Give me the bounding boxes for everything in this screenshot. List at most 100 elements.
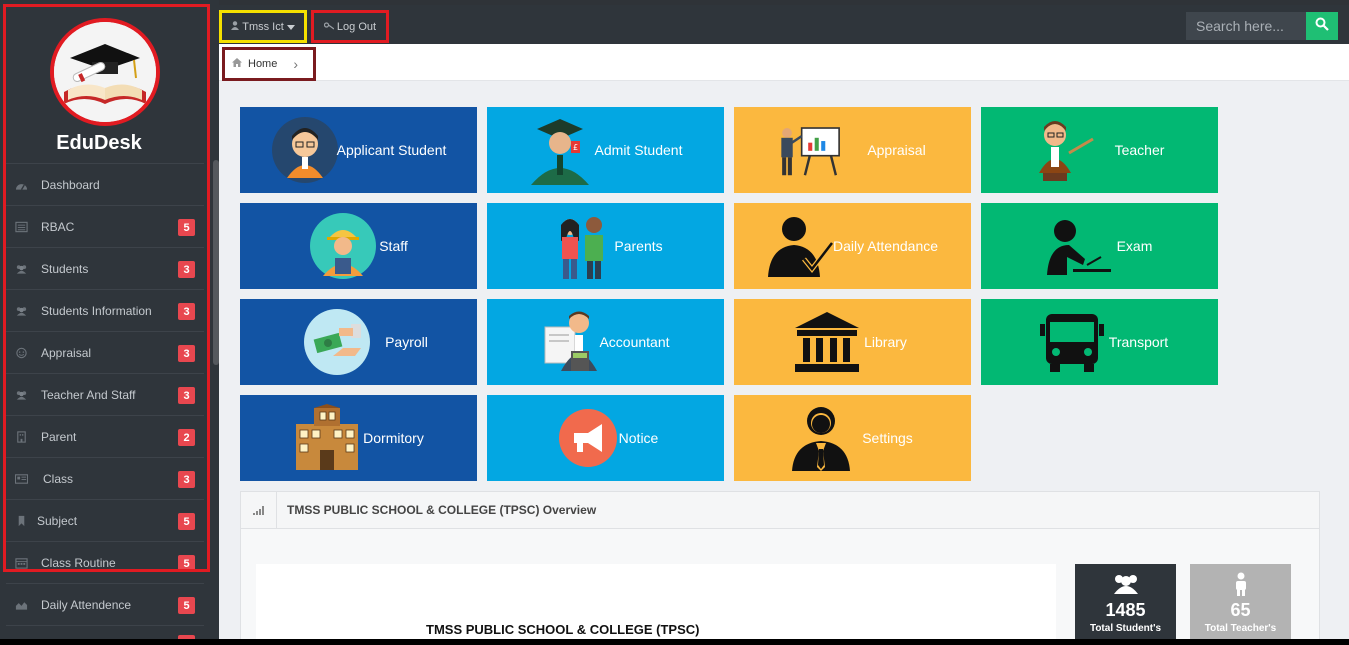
user-menu-button[interactable]: Tmss Ict	[219, 10, 307, 43]
megaphone-icon	[553, 403, 623, 473]
search-button[interactable]	[1306, 12, 1338, 40]
tile-transport[interactable]: Transport	[981, 299, 1218, 385]
sidebar-item-students[interactable]: Students 3	[6, 247, 204, 289]
sidebar-item-class-routine[interactable]: Class Routine 5	[6, 541, 204, 583]
count-badge: 5	[178, 555, 195, 572]
count-badge: 3	[178, 345, 195, 362]
tile-parents[interactable]: Parents	[487, 203, 724, 289]
count-badge: 5	[178, 597, 195, 614]
tile-label: Daily Attendance	[832, 238, 939, 254]
overview-body: TMSS PUBLIC SCHOOL & COLLEGE (TPSC) 1485…	[241, 529, 1319, 645]
smile-icon	[14, 347, 28, 359]
home-icon	[232, 58, 242, 70]
sidebar-item-label: Parent	[41, 429, 77, 444]
tile-admit-student[interactable]: £ Admit Student	[487, 107, 724, 193]
breadcrumb-bar: Home ›	[219, 44, 1349, 81]
tile-exam[interactable]: Exam	[981, 203, 1218, 289]
applicant-student-icon	[270, 115, 340, 185]
sidebar-item-label: Class	[43, 471, 74, 486]
sidebar-item-class[interactable]: Class 3	[6, 457, 204, 499]
search-icon	[1315, 17, 1329, 36]
stat-value: 1485	[1105, 600, 1146, 620]
tile-applicant-student[interactable]: Applicant Student	[240, 107, 477, 193]
tile-label: Accountant	[599, 334, 670, 350]
edudesk-logo	[50, 18, 160, 126]
stat-label: Total Student's	[1089, 623, 1162, 634]
tile-label: Library	[864, 334, 907, 350]
teacher-icon	[1027, 115, 1097, 185]
tile-staff[interactable]: Staff	[240, 203, 477, 289]
tile-payroll[interactable]: Payroll	[240, 299, 477, 385]
tile-label: Appraisal	[867, 142, 926, 158]
businessman-icon	[786, 403, 856, 473]
dormitory-building-icon	[292, 403, 362, 473]
users-icon	[14, 263, 28, 275]
tile-label: Settings	[862, 430, 913, 446]
sidebar-item-label: Students	[41, 261, 89, 276]
sidebar-item-appraisal[interactable]: Appraisal 3	[6, 331, 204, 373]
count-badge: 5	[178, 219, 195, 236]
graduate-icon: £	[525, 115, 595, 185]
sidebar-item-daily-attendence[interactable]: Daily Attendence 5	[6, 583, 204, 625]
breadcrumb-home[interactable]: Home	[248, 58, 277, 70]
window-bottom-edge	[0, 639, 1349, 645]
caret-down-icon	[286, 21, 295, 33]
tile-dormitory[interactable]: Dormitory	[240, 395, 477, 481]
main-content: Home › Applicant Student £ Admit Student…	[219, 44, 1349, 645]
count-badge: 3	[178, 387, 195, 404]
tile-accountant[interactable]: Accountant	[487, 299, 724, 385]
signal-bars-icon	[241, 492, 277, 528]
presentation-icon	[774, 115, 844, 185]
sidebar-item-label: Students Information	[41, 303, 152, 318]
sidebar-item-label: Class Routine	[41, 555, 116, 570]
tile-label: Exam	[1116, 238, 1153, 254]
sidebar-item-teacher-and-staff[interactable]: Teacher And Staff 3	[6, 373, 204, 415]
chevron-right-icon: ›	[293, 56, 299, 72]
sidebar-item-label: RBAC	[41, 219, 75, 234]
building-icon	[14, 430, 28, 443]
overview-title: TMSS PUBLIC SCHOOL & COLLEGE (TPSC) Over…	[287, 503, 597, 517]
tile-label: Transport	[1108, 334, 1169, 350]
logout-button[interactable]: Log Out	[311, 10, 389, 43]
id-card-icon	[14, 473, 28, 485]
sidebar-item-parent[interactable]: Parent 2	[6, 415, 204, 457]
search-input[interactable]	[1186, 12, 1306, 40]
count-badge: 2	[178, 429, 195, 446]
attendance-icon	[764, 211, 834, 281]
sidebar-item-students-information[interactable]: Students Information 3	[6, 289, 204, 331]
breadcrumb[interactable]: Home ›	[222, 47, 316, 81]
count-badge: 3	[178, 471, 195, 488]
tile-library[interactable]: Library	[734, 299, 971, 385]
tile-teacher[interactable]: Teacher	[981, 107, 1218, 193]
tile-label: Teacher	[1114, 142, 1165, 158]
key-icon	[323, 21, 335, 33]
sidebar-item-dashboard[interactable]: Dashboard	[6, 163, 204, 205]
tile-appraisal[interactable]: Appraisal	[734, 107, 971, 193]
library-building-icon	[792, 307, 862, 377]
sidebar-item-label: Dashboard	[41, 177, 100, 192]
sidebar-item-rbac[interactable]: RBAC 5	[6, 205, 204, 247]
tile-label: Applicant Student	[336, 142, 447, 158]
tile-label: Admit Student	[594, 142, 683, 158]
tile-notice[interactable]: Notice	[487, 395, 724, 481]
tile-label: Notice	[618, 430, 659, 446]
sidebar-item-label: Teacher And Staff	[41, 387, 136, 402]
staff-worker-icon	[308, 211, 378, 281]
user-name: Tmss Ict	[242, 20, 284, 33]
dashboard-icon	[14, 179, 28, 191]
brand-name: EduDesk	[56, 132, 142, 154]
sidebar: EduDesk Dashboard RBAC 5 Students 3 Stud…	[0, 0, 219, 645]
users-icon	[1075, 572, 1176, 598]
tile-settings[interactable]: Settings	[734, 395, 971, 481]
parents-icon	[547, 211, 617, 281]
school-info-card: TMSS PUBLIC SCHOOL & COLLEGE (TPSC)	[256, 564, 1056, 645]
calendar-icon	[14, 557, 28, 569]
sidebar-item-subject[interactable]: Subject 5	[6, 499, 204, 541]
tile-label: Parents	[614, 238, 663, 254]
overview-panel: TMSS PUBLIC SCHOOL & COLLEGE (TPSC) Over…	[240, 491, 1320, 645]
tile-daily-attendance[interactable]: Daily Attendance	[734, 203, 971, 289]
sidebar-item-label: Appraisal	[41, 345, 92, 360]
svg-text:£: £	[573, 143, 578, 152]
exam-writing-icon	[1043, 211, 1113, 281]
logout-label: Log Out	[336, 20, 377, 33]
